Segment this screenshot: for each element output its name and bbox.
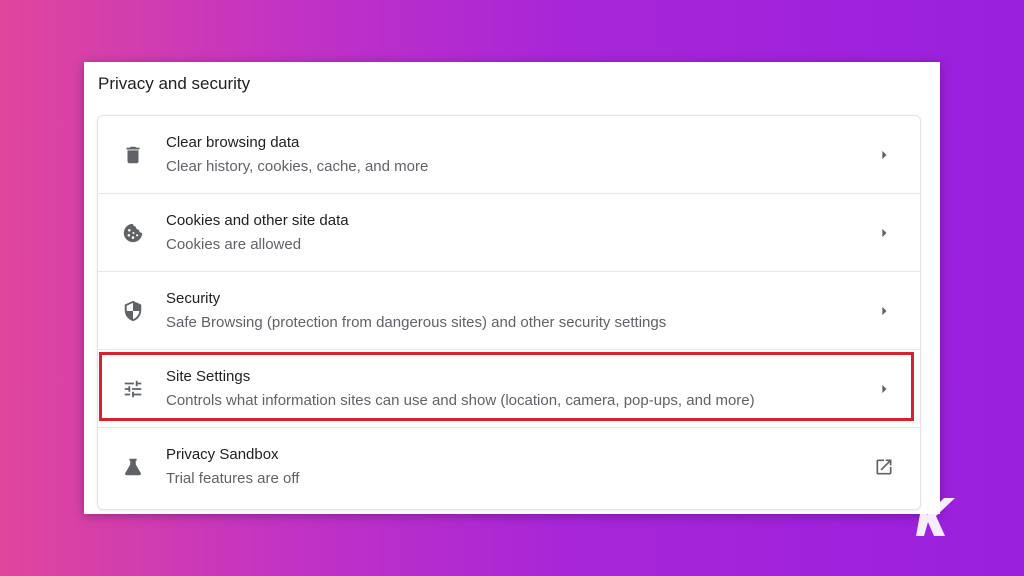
sliders-icon bbox=[122, 378, 144, 400]
row-subtitle: Clear history, cookies, cache, and more bbox=[166, 158, 429, 175]
row-title: Cookies and other site data bbox=[166, 212, 349, 229]
shield-icon bbox=[122, 300, 144, 322]
flask-icon bbox=[122, 456, 144, 478]
privacy-security-panel: Privacy and security Clear browsing data… bbox=[84, 62, 940, 514]
row-title: Site Settings bbox=[166, 368, 251, 385]
row-subtitle: Safe Browsing (protection from dangerous… bbox=[166, 314, 667, 331]
k-logo-icon bbox=[916, 496, 956, 538]
site-settings-row[interactable]: Site Settings Controls what information … bbox=[98, 350, 920, 428]
chevron-right-icon[interactable] bbox=[874, 301, 894, 321]
row-title: Clear browsing data bbox=[166, 134, 300, 151]
privacy-sandbox-row[interactable]: Privacy Sandbox Trial features are off bbox=[98, 428, 920, 506]
external-link-icon[interactable] bbox=[874, 457, 894, 477]
clear-browsing-data-row[interactable]: Clear browsing data Clear history, cooki… bbox=[98, 116, 920, 194]
row-title: Security bbox=[166, 290, 221, 307]
trash-icon bbox=[122, 144, 144, 166]
row-subtitle: Controls what information sites can use … bbox=[166, 392, 755, 409]
cookies-row[interactable]: Cookies and other site data Cookies are … bbox=[98, 194, 920, 272]
chevron-right-icon[interactable] bbox=[874, 379, 894, 399]
chevron-right-icon[interactable] bbox=[874, 145, 894, 165]
row-title: Privacy Sandbox bbox=[166, 446, 279, 463]
chevron-right-icon[interactable] bbox=[874, 223, 894, 243]
settings-card: Clear browsing data Clear history, cooki… bbox=[97, 115, 921, 510]
section-title: Privacy and security bbox=[98, 74, 251, 93]
cookie-icon bbox=[122, 222, 144, 244]
security-row[interactable]: Security Safe Browsing (protection from … bbox=[98, 272, 920, 350]
row-subtitle: Trial features are off bbox=[166, 470, 300, 487]
row-subtitle: Cookies are allowed bbox=[166, 236, 302, 253]
